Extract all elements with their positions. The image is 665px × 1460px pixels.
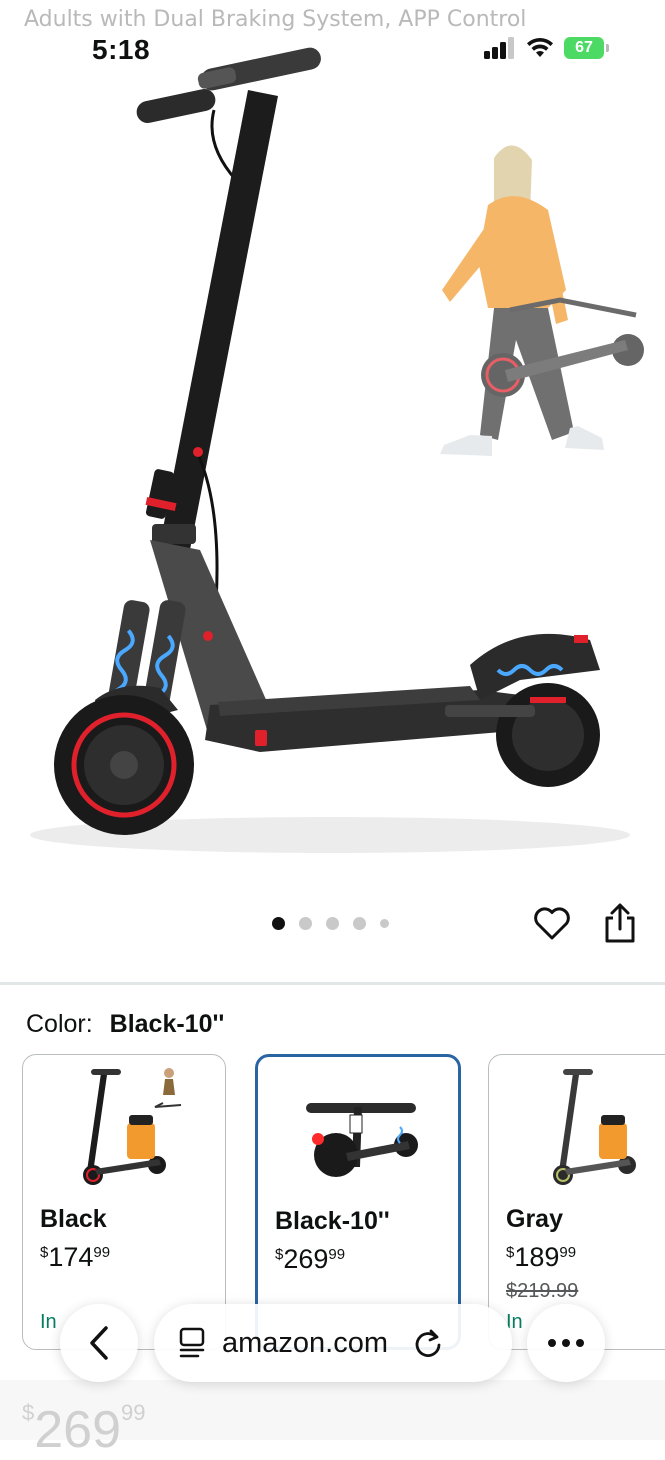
image-pager[interactable] xyxy=(272,917,389,930)
browser-toolbar: amazon.com xyxy=(0,1290,665,1390)
color-selector-label: Color: Black-10'' xyxy=(26,1010,224,1039)
option-price: $18999 xyxy=(506,1242,577,1272)
swatch-thumbnail xyxy=(83,1068,182,1185)
pager-dot[interactable] xyxy=(326,917,339,930)
pager-dot[interactable] xyxy=(380,919,389,928)
color-label: Color: xyxy=(26,1010,93,1038)
pager-dot[interactable] xyxy=(353,917,366,930)
color-selected-value: Black-10'' xyxy=(109,1010,225,1038)
share-icon[interactable] xyxy=(602,902,638,944)
option-price: $26999 xyxy=(275,1244,346,1274)
scooter-image xyxy=(30,47,630,853)
buybox-price: $26999 xyxy=(22,1400,146,1459)
url-text: amazon.com xyxy=(222,1326,389,1359)
page-title-faded: Adults with Dual Braking System, APP Con… xyxy=(24,7,527,32)
chevron-left-icon xyxy=(90,1326,108,1360)
option-name: Black xyxy=(40,1205,107,1233)
more-button[interactable] xyxy=(527,1304,605,1382)
reload-icon[interactable] xyxy=(412,1327,444,1359)
product-image[interactable] xyxy=(0,40,665,900)
back-button[interactable] xyxy=(60,1304,138,1382)
address-bar[interactable]: amazon.com xyxy=(154,1304,512,1382)
reader-icon xyxy=(179,1327,205,1358)
pager-dot-active[interactable] xyxy=(272,917,285,930)
swatch-thumbnail xyxy=(306,1103,418,1177)
more-icon xyxy=(548,1339,584,1347)
option-name: Gray xyxy=(506,1205,563,1233)
section-divider xyxy=(0,982,665,985)
person-image xyxy=(440,145,644,456)
option-price: $17499 xyxy=(40,1242,111,1272)
option-name: Black-10'' xyxy=(275,1207,390,1235)
swatch-thumbnail xyxy=(553,1069,636,1185)
pager-dot[interactable] xyxy=(299,917,312,930)
heart-icon[interactable] xyxy=(532,903,572,943)
